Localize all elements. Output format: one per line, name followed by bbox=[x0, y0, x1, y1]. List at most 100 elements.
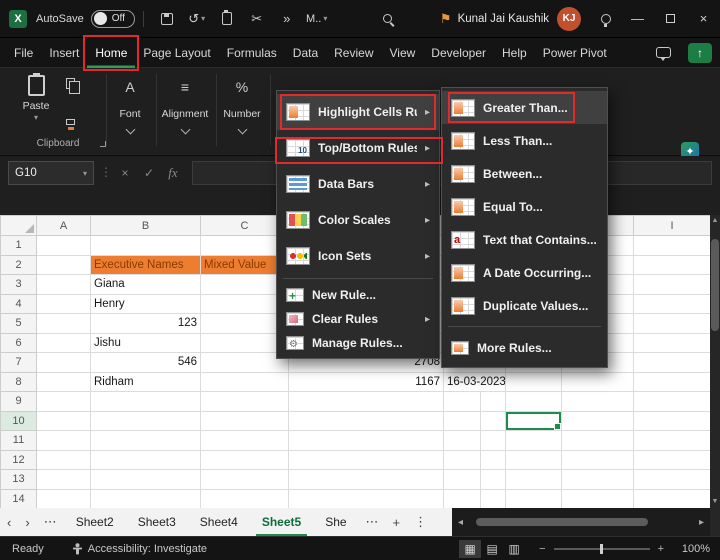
cell-B9[interactable] bbox=[90, 391, 201, 412]
sheet-tab-sheet2[interactable]: Sheet2 bbox=[64, 508, 126, 536]
cell-I1[interactable] bbox=[633, 235, 710, 256]
cell-A8[interactable] bbox=[36, 371, 91, 392]
paste-button[interactable]: Paste ▾ bbox=[16, 72, 56, 130]
cell-B1[interactable] bbox=[90, 235, 201, 256]
cell-D10[interactable] bbox=[288, 410, 444, 431]
cell-F13[interactable] bbox=[480, 469, 506, 490]
cell-I9[interactable] bbox=[633, 391, 710, 412]
minimize-button[interactable]: — bbox=[621, 0, 654, 38]
autosave-toggle[interactable]: Off bbox=[90, 9, 135, 28]
cell-F14[interactable] bbox=[480, 488, 506, 508]
submenu-item-text-that-contains[interactable]: Text that Contains... bbox=[442, 223, 607, 256]
cell-I7[interactable] bbox=[633, 352, 710, 373]
cell-C11[interactable] bbox=[200, 430, 289, 451]
row-header-1[interactable]: 1 bbox=[0, 235, 37, 256]
avatar[interactable]: KJ bbox=[557, 6, 581, 31]
zoom-slider[interactable] bbox=[553, 543, 650, 554]
tab-file[interactable]: File bbox=[6, 38, 41, 68]
cell-A3[interactable] bbox=[36, 274, 91, 295]
name-box[interactable]: G10 ▾ bbox=[8, 161, 94, 185]
cell-I2[interactable] bbox=[633, 254, 710, 275]
cell-B2[interactable]: Executive Names bbox=[90, 254, 201, 275]
cell-H14[interactable] bbox=[561, 488, 634, 508]
tab-formulas[interactable]: Formulas bbox=[219, 38, 285, 68]
insert-function-button[interactable]: fx bbox=[162, 161, 184, 185]
submenu-item-less-than[interactable]: Less Than... bbox=[442, 124, 607, 157]
sheet-tab-sheet3[interactable]: Sheet3 bbox=[126, 508, 188, 536]
sheet-tab-sheet4[interactable]: Sheet4 bbox=[188, 508, 250, 536]
row-header-2[interactable]: 2 bbox=[0, 254, 37, 275]
cell-A1[interactable] bbox=[36, 235, 91, 256]
copy-button[interactable] bbox=[66, 78, 80, 94]
cell-C14[interactable] bbox=[200, 488, 289, 508]
cell-H13[interactable] bbox=[561, 469, 634, 490]
prev-sheet-icon[interactable]: ‹ bbox=[0, 515, 18, 530]
cell-A14[interactable] bbox=[36, 488, 91, 508]
cell-I11[interactable] bbox=[633, 430, 710, 451]
row-header-8[interactable]: 8 bbox=[0, 371, 37, 392]
cell-G13[interactable] bbox=[505, 469, 562, 490]
cell-E14[interactable] bbox=[443, 488, 481, 508]
row-header-6[interactable]: 6 bbox=[0, 332, 37, 353]
cell-F12[interactable] bbox=[480, 449, 506, 470]
tab-page-layout[interactable]: Page Layout bbox=[135, 38, 218, 68]
cell-D13[interactable] bbox=[288, 469, 444, 490]
cell-B13[interactable] bbox=[90, 469, 201, 490]
cell-H12[interactable] bbox=[561, 449, 634, 470]
cell-H8[interactable] bbox=[561, 371, 634, 392]
cell-G14[interactable] bbox=[505, 488, 562, 508]
cell-C13[interactable] bbox=[200, 469, 289, 490]
row-header-14[interactable]: 14 bbox=[0, 488, 37, 508]
cell-A7[interactable] bbox=[36, 352, 91, 373]
cell-B10[interactable] bbox=[90, 410, 201, 431]
cell-B5[interactable]: 123 bbox=[90, 313, 201, 334]
number-group-button[interactable]: % Number bbox=[216, 74, 268, 148]
cell-B4[interactable]: Henry bbox=[90, 293, 201, 314]
tab-power-pivot[interactable]: Power Pivot bbox=[535, 38, 615, 68]
paste-qat-button[interactable] bbox=[215, 6, 239, 32]
cell-A6[interactable] bbox=[36, 332, 91, 353]
cell-D11[interactable] bbox=[288, 430, 444, 451]
tab-help[interactable]: Help bbox=[494, 38, 535, 68]
alignment-group-button[interactable]: ≡ Alignment bbox=[156, 74, 214, 148]
cell-E10[interactable] bbox=[443, 410, 481, 431]
cell-I4[interactable] bbox=[633, 293, 710, 314]
zoom-out-icon[interactable]: − bbox=[539, 543, 545, 555]
cell-A12[interactable] bbox=[36, 449, 91, 470]
cancel-entry-button[interactable]: × bbox=[114, 161, 136, 185]
horizontal-scroll-thumb[interactable] bbox=[476, 518, 648, 526]
tab-overflow-icon[interactable]: ⋯ bbox=[359, 514, 386, 530]
zoom-level[interactable]: 100% bbox=[664, 543, 710, 555]
submenu-item-duplicate-values[interactable]: Duplicate Values... bbox=[442, 289, 607, 322]
cell-G8[interactable] bbox=[505, 371, 562, 392]
row-header-4[interactable]: 4 bbox=[0, 293, 37, 314]
cell-H11[interactable] bbox=[561, 430, 634, 451]
all-sheets-icon[interactable]: ⋯ bbox=[37, 514, 64, 530]
menu-item-clear-rules[interactable]: Clear Rules ▸ bbox=[277, 307, 439, 331]
menu-item-data-bars[interactable]: Data Bars ▸ bbox=[277, 166, 439, 202]
menu-item-icon-sets[interactable]: Icon Sets ▸ bbox=[277, 238, 439, 274]
qat-overflow-button[interactable]: » bbox=[275, 6, 299, 32]
vertical-scrollbar[interactable]: ▲ ▼ bbox=[710, 215, 720, 508]
cell-D12[interactable] bbox=[288, 449, 444, 470]
cell-I5[interactable] bbox=[633, 313, 710, 334]
scroll-left-icon[interactable]: ◂ bbox=[458, 508, 463, 536]
confirm-entry-button[interactable]: ✓ bbox=[138, 161, 160, 185]
cell-D8[interactable]: 1167 bbox=[288, 371, 444, 392]
row-header-10[interactable]: 10 bbox=[0, 410, 37, 431]
row-header-12[interactable]: 12 bbox=[0, 449, 37, 470]
submenu-item-a-date-occurring[interactable]: A Date Occurring... bbox=[442, 256, 607, 289]
cell-E11[interactable] bbox=[443, 430, 481, 451]
undo-button[interactable]: ↺ ▾ bbox=[185, 6, 209, 32]
cell-A10[interactable] bbox=[36, 410, 91, 431]
cell-I6[interactable] bbox=[633, 332, 710, 353]
cell-B7[interactable]: 546 bbox=[90, 352, 201, 373]
row-header-3[interactable]: 3 bbox=[0, 274, 37, 295]
user-name[interactable]: Kunal Jai Kaushik bbox=[458, 13, 549, 25]
row-header-5[interactable]: 5 bbox=[0, 313, 37, 334]
cell-F10[interactable] bbox=[480, 410, 506, 431]
tab-view[interactable]: View bbox=[382, 38, 424, 68]
cell-E9[interactable] bbox=[443, 391, 481, 412]
row-header-9[interactable]: 9 bbox=[0, 391, 37, 412]
cell-E12[interactable] bbox=[443, 449, 481, 470]
